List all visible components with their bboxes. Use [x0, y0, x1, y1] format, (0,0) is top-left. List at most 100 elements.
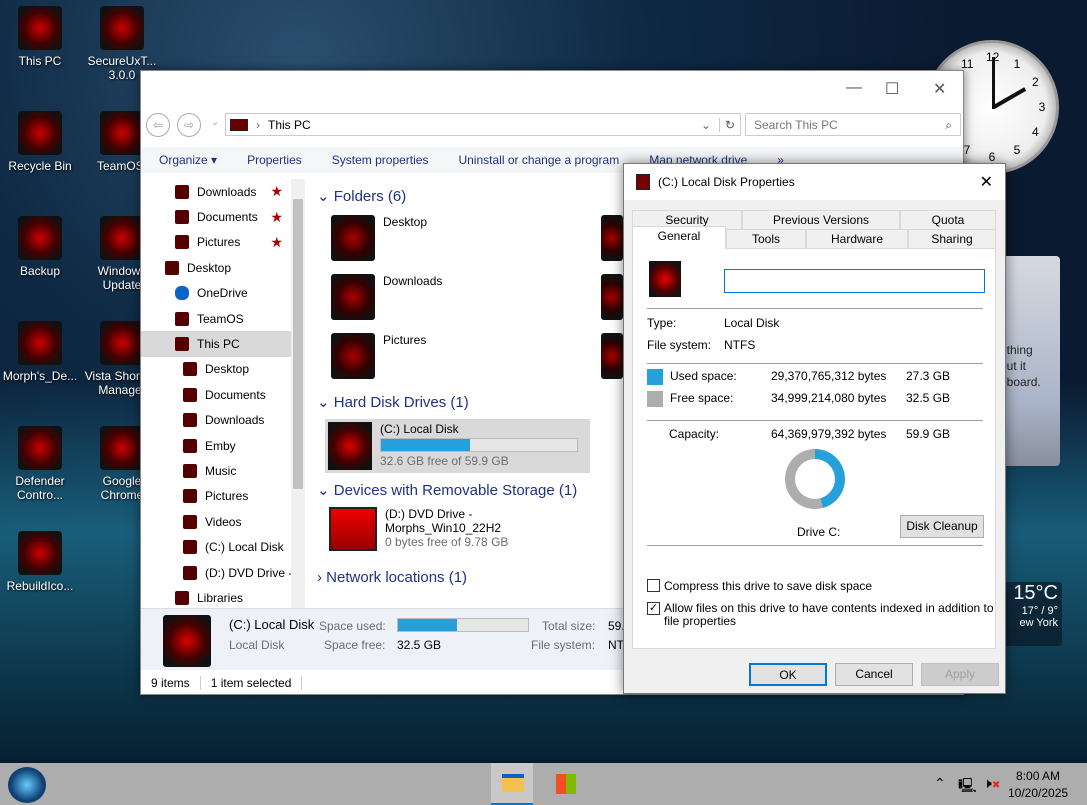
apply-button[interactable]: Apply: [921, 663, 999, 686]
drive-d-item[interactable]: (D:) DVD Drive - Morphs_Win10_22H2 0 bytes…: [329, 507, 508, 551]
desktop-icon[interactable]: Defender Contro...: [0, 426, 80, 502]
drive-icon: [328, 422, 372, 470]
desktop-icon[interactable]: Backup: [0, 216, 80, 278]
shortcut-icon: [18, 321, 62, 365]
folder-icon: [175, 590, 189, 605]
nav-item[interactable]: Downloads ★: [141, 179, 291, 204]
pin-icon[interactable]: ★: [270, 209, 283, 226]
disk-cleanup-button[interactable]: Disk Cleanup: [900, 515, 984, 538]
folder-item[interactable]: Downloads: [331, 274, 442, 320]
weather-range: 17° / 9°: [1021, 605, 1058, 617]
nav-item[interactable]: Pictures ★: [141, 230, 291, 255]
maximize-button[interactable]: ☐: [885, 79, 899, 99]
volume-muted-icon[interactable]: 🕨✖: [983, 775, 1000, 792]
nav-item[interactable]: OneDrive: [141, 281, 291, 306]
nav-item[interactable]: Videos: [141, 509, 291, 534]
dialog-title-bar[interactable]: (C:) Local Disk Properties ✕: [624, 164, 1005, 200]
nav-item-label: (C:) Local Disk: [205, 540, 284, 555]
group-header-network[interactable]: › Network locations (1): [317, 569, 467, 586]
type-label: Type:: [647, 316, 677, 330]
back-button[interactable]: ⇦: [146, 113, 170, 137]
title-bar[interactable]: — ☐ ✕: [141, 71, 963, 107]
nav-item[interactable]: (C:) Local Disk: [141, 534, 291, 559]
tab-general[interactable]: General: [632, 226, 726, 250]
desktop-icon[interactable]: RebuildIco...: [0, 531, 80, 593]
folder-item[interactable]: [601, 333, 623, 379]
drive-c-item[interactable]: (C:) Local Disk 32.6 GB free of 59.9 GB: [325, 419, 590, 473]
search-icon: ⌕: [945, 118, 952, 132]
notes-gadget[interactable]: ething out it pboard.: [1000, 256, 1060, 466]
free-bytes: 34,999,214,080 bytes: [771, 391, 887, 405]
desktop-icon[interactable]: This PC: [0, 6, 80, 68]
refresh-icon[interactable]: ↻: [718, 117, 740, 132]
nav-item[interactable]: Documents: [141, 382, 291, 407]
address-bar[interactable]: › This PC ⌄ ↻: [225, 113, 741, 136]
pin-icon[interactable]: ★: [270, 183, 283, 200]
nav-item[interactable]: This PC: [141, 331, 291, 357]
nav-item[interactable]: Downloads: [141, 408, 291, 433]
folder-item[interactable]: [601, 215, 623, 261]
type-value: Local Disk: [724, 316, 780, 330]
nav-item[interactable]: Desktop: [141, 255, 291, 280]
minimize-button[interactable]: —: [846, 79, 862, 97]
ok-button[interactable]: OK: [749, 663, 827, 686]
clock[interactable]: 8:00 AM 10/20/2025: [1008, 768, 1068, 802]
desktop-icon[interactable]: Recycle Bin: [0, 111, 80, 173]
toolbar-button[interactable]: Uninstall or change a program: [458, 153, 619, 167]
file-explorer-taskbar-button[interactable]: [491, 763, 533, 805]
breadcrumb[interactable]: This PC: [268, 118, 311, 132]
group-header-hdd[interactable]: ⌄ Hard Disk Drives (1): [317, 393, 469, 411]
group-header-folders[interactable]: ⌄ Folders (6): [317, 187, 406, 205]
nav-item[interactable]: Libraries: [141, 585, 291, 609]
toolbar-button[interactable]: System properties: [332, 153, 429, 167]
nav-scrollbar[interactable]: [291, 179, 305, 609]
folder-icon: [331, 274, 375, 320]
folder-item[interactable]: [601, 274, 623, 320]
nav-item[interactable]: (D:) DVD Drive -: [141, 560, 291, 585]
start-button[interactable]: [8, 767, 46, 803]
toolbar-button[interactable]: Organize ▾: [159, 153, 217, 167]
desktop-icon[interactable]: Morph's_De...: [0, 321, 80, 383]
group-header-removable[interactable]: ⌄ Devices with Removable Storage (1): [317, 481, 577, 499]
tab-tools[interactable]: Tools: [726, 229, 806, 249]
network-icon[interactable]: 🖳: [958, 775, 977, 799]
close-button[interactable]: ✕: [933, 79, 946, 99]
nav-item[interactable]: TeamOS: [141, 306, 291, 331]
show-hidden-icons[interactable]: ⌃: [934, 775, 946, 792]
navigation-pane: Downloads ★ Documents ★ Pictures ★ Desktop OneD…: [141, 179, 291, 609]
folder-icon: [331, 333, 375, 379]
details-type: Local Disk: [229, 638, 285, 652]
tab-hardware[interactable]: Hardware: [806, 229, 908, 249]
cancel-button[interactable]: Cancel: [835, 663, 913, 686]
toolbar-button[interactable]: Properties: [247, 153, 302, 167]
nav-item-label: TeamOS: [197, 311, 244, 326]
tab-quota[interactable]: Quota: [900, 210, 996, 230]
tab-sharing[interactable]: Sharing: [908, 229, 996, 249]
checkbox[interactable]: ✓: [647, 602, 660, 615]
volume-label-input[interactable]: [724, 269, 985, 293]
pin-icon[interactable]: ★: [270, 234, 283, 251]
folder-item[interactable]: Pictures: [331, 333, 426, 379]
weather-gadget[interactable]: 15°C 17° / 9° ew York: [1000, 582, 1062, 646]
folder-item[interactable]: Desktop: [331, 215, 427, 261]
this-pc-icon: [230, 118, 248, 131]
close-icon[interactable]: ✕: [980, 172, 993, 192]
tab-previous-versions[interactable]: Previous Versions: [742, 210, 900, 230]
desktop-icon-label: Morph's_De...: [2, 369, 78, 383]
nav-item-label: OneDrive: [197, 286, 248, 301]
store-taskbar-button[interactable]: [545, 763, 587, 805]
nav-item[interactable]: Emby: [141, 433, 291, 458]
recent-dropdown-icon[interactable]: ⌄: [211, 117, 219, 128]
nav-item[interactable]: Desktop: [141, 357, 291, 382]
clock-number: 6: [988, 150, 996, 164]
compress-checkbox[interactable]: Compress this drive to save disk space: [647, 579, 872, 593]
forward-button[interactable]: ⇨: [177, 113, 201, 137]
nav-item[interactable]: Documents ★: [141, 204, 291, 229]
checkbox[interactable]: [647, 579, 660, 592]
index-checkbox[interactable]: ✓ Allow files on this drive to have conte…: [647, 602, 994, 628]
search-input[interactable]: Search This PC ⌕: [745, 113, 961, 136]
nav-item[interactable]: Pictures: [141, 484, 291, 509]
nav-item[interactable]: Music: [141, 458, 291, 483]
address-dropdown-icon[interactable]: ⌄: [701, 118, 711, 132]
scroll-thumb[interactable]: [293, 199, 303, 489]
